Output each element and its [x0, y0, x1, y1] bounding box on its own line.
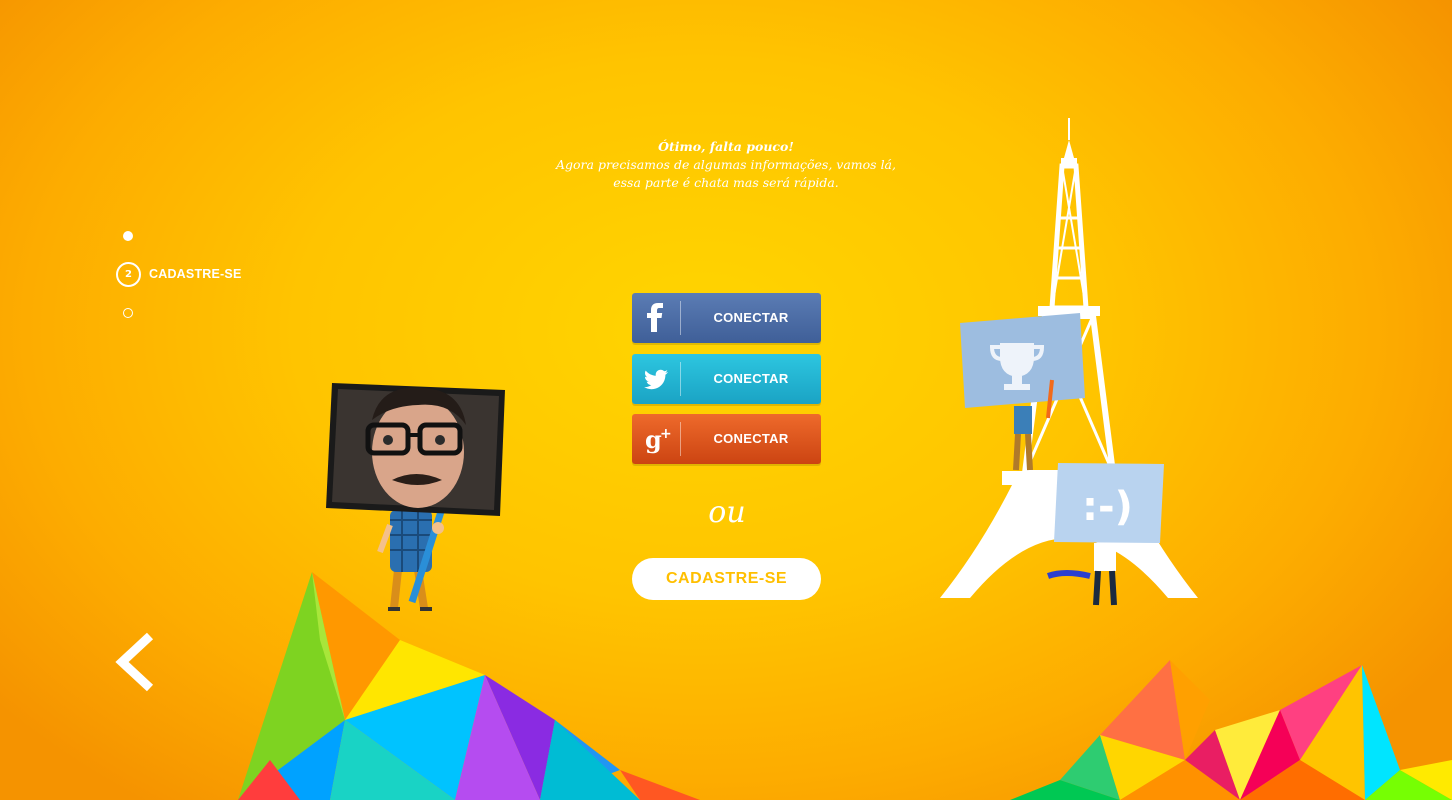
twitter-icon	[644, 369, 668, 390]
photo-guy-illustration	[326, 383, 505, 611]
step-3-dot[interactable]	[123, 308, 133, 318]
heading-line-1: Agora precisamos de algumas informações,…	[555, 157, 896, 172]
google-plus-icon: g +	[645, 425, 672, 454]
twitter-connect-button[interactable]: CONECTAR	[632, 354, 821, 404]
twitter-connect-label: CONECTAR	[713, 371, 789, 386]
heading-line-2: essa parte é chata mas será rápida.	[613, 175, 839, 190]
heading-title: Ótimo, falta pouco!	[658, 139, 794, 154]
facebook-connect-button[interactable]: CONECTAR	[632, 293, 821, 343]
svg-text::-): :-)	[1082, 484, 1133, 530]
facebook-icon	[647, 303, 663, 332]
back-arrow-icon[interactable]	[112, 630, 162, 694]
step-1-dot[interactable]	[123, 231, 133, 241]
google-plus-connect-button[interactable]: g + CONECTAR	[632, 414, 821, 464]
or-divider: ou	[708, 495, 745, 530]
eiffel-tower-illustration: :-)	[940, 118, 1198, 606]
facebook-connect-label: CONECTAR	[713, 310, 789, 325]
page-heading: Ótimo, falta pouco! Agora precisamos de …	[476, 138, 976, 192]
register-button[interactable]: CADASTRE-SE	[632, 558, 821, 600]
step-2-label: CADASTRE-SE	[149, 267, 242, 281]
google-plus-connect-label: CONECTAR	[713, 431, 789, 446]
step-2-indicator[interactable]: 2	[116, 262, 141, 287]
or-text: ou	[708, 495, 745, 530]
svg-text:+: +	[660, 426, 672, 442]
